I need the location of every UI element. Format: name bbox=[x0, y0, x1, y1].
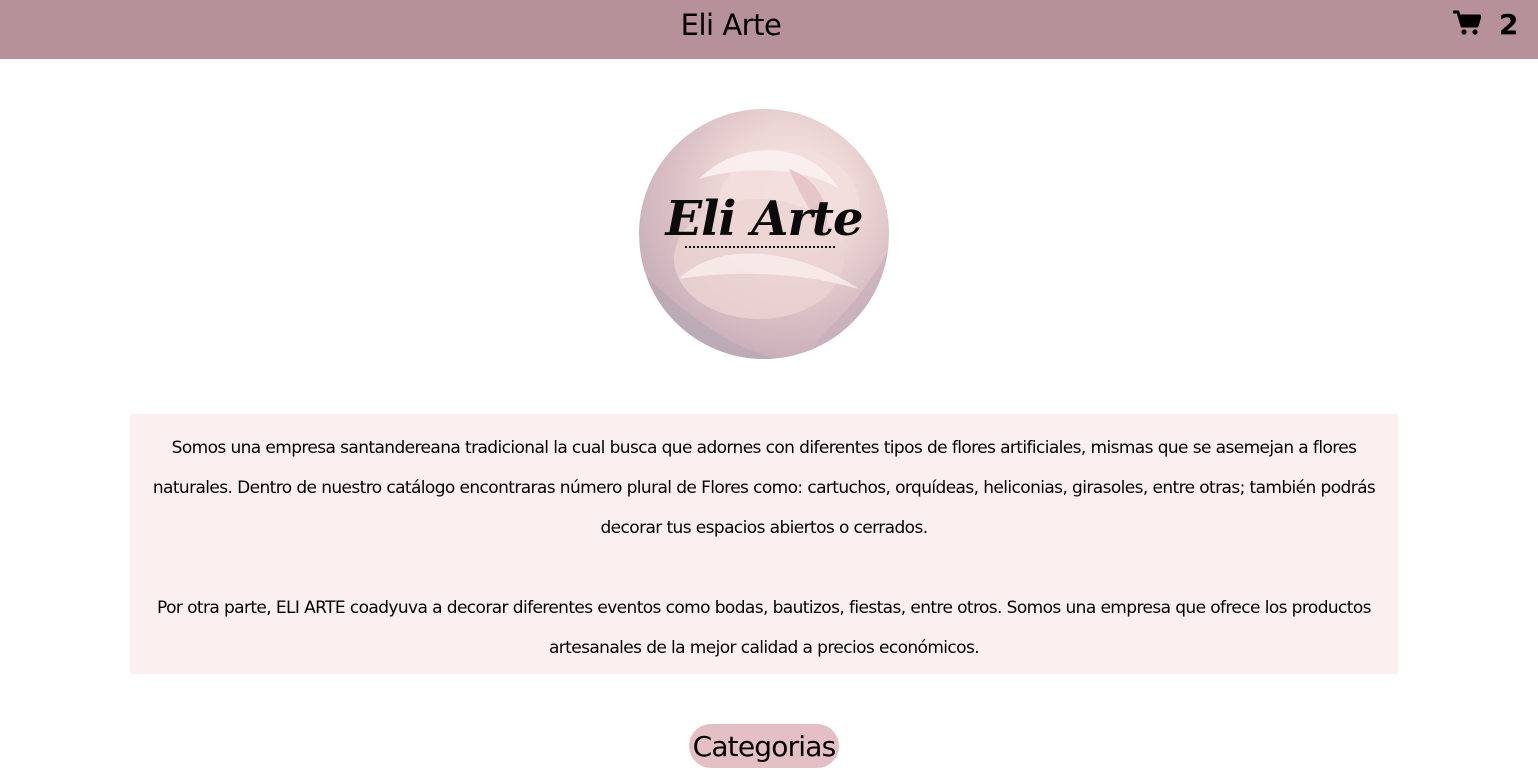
cart-icon[interactable] bbox=[1453, 10, 1481, 36]
brand-logo: Eli Arte bbox=[639, 109, 889, 359]
top-navbar: Eli Arte 2 bbox=[0, 0, 1538, 59]
logo-dotted-underline bbox=[685, 246, 835, 248]
about-paragraph-2: Por otra parte, ELI ARTE coadyuva a deco… bbox=[157, 598, 1371, 658]
cart-count: 2 bbox=[1499, 8, 1519, 41]
categories-heading: Categorias bbox=[689, 724, 839, 768]
logo-text: Eli Arte bbox=[665, 191, 863, 247]
cart-button[interactable]: 2 bbox=[1453, 8, 1525, 41]
site-title[interactable]: Eli Arte bbox=[0, 4, 1462, 46]
about-section: Somos una empresa santandereana tradicio… bbox=[130, 414, 1398, 674]
about-paragraph-1: Somos una empresa santandereana tradicio… bbox=[152, 438, 1376, 538]
